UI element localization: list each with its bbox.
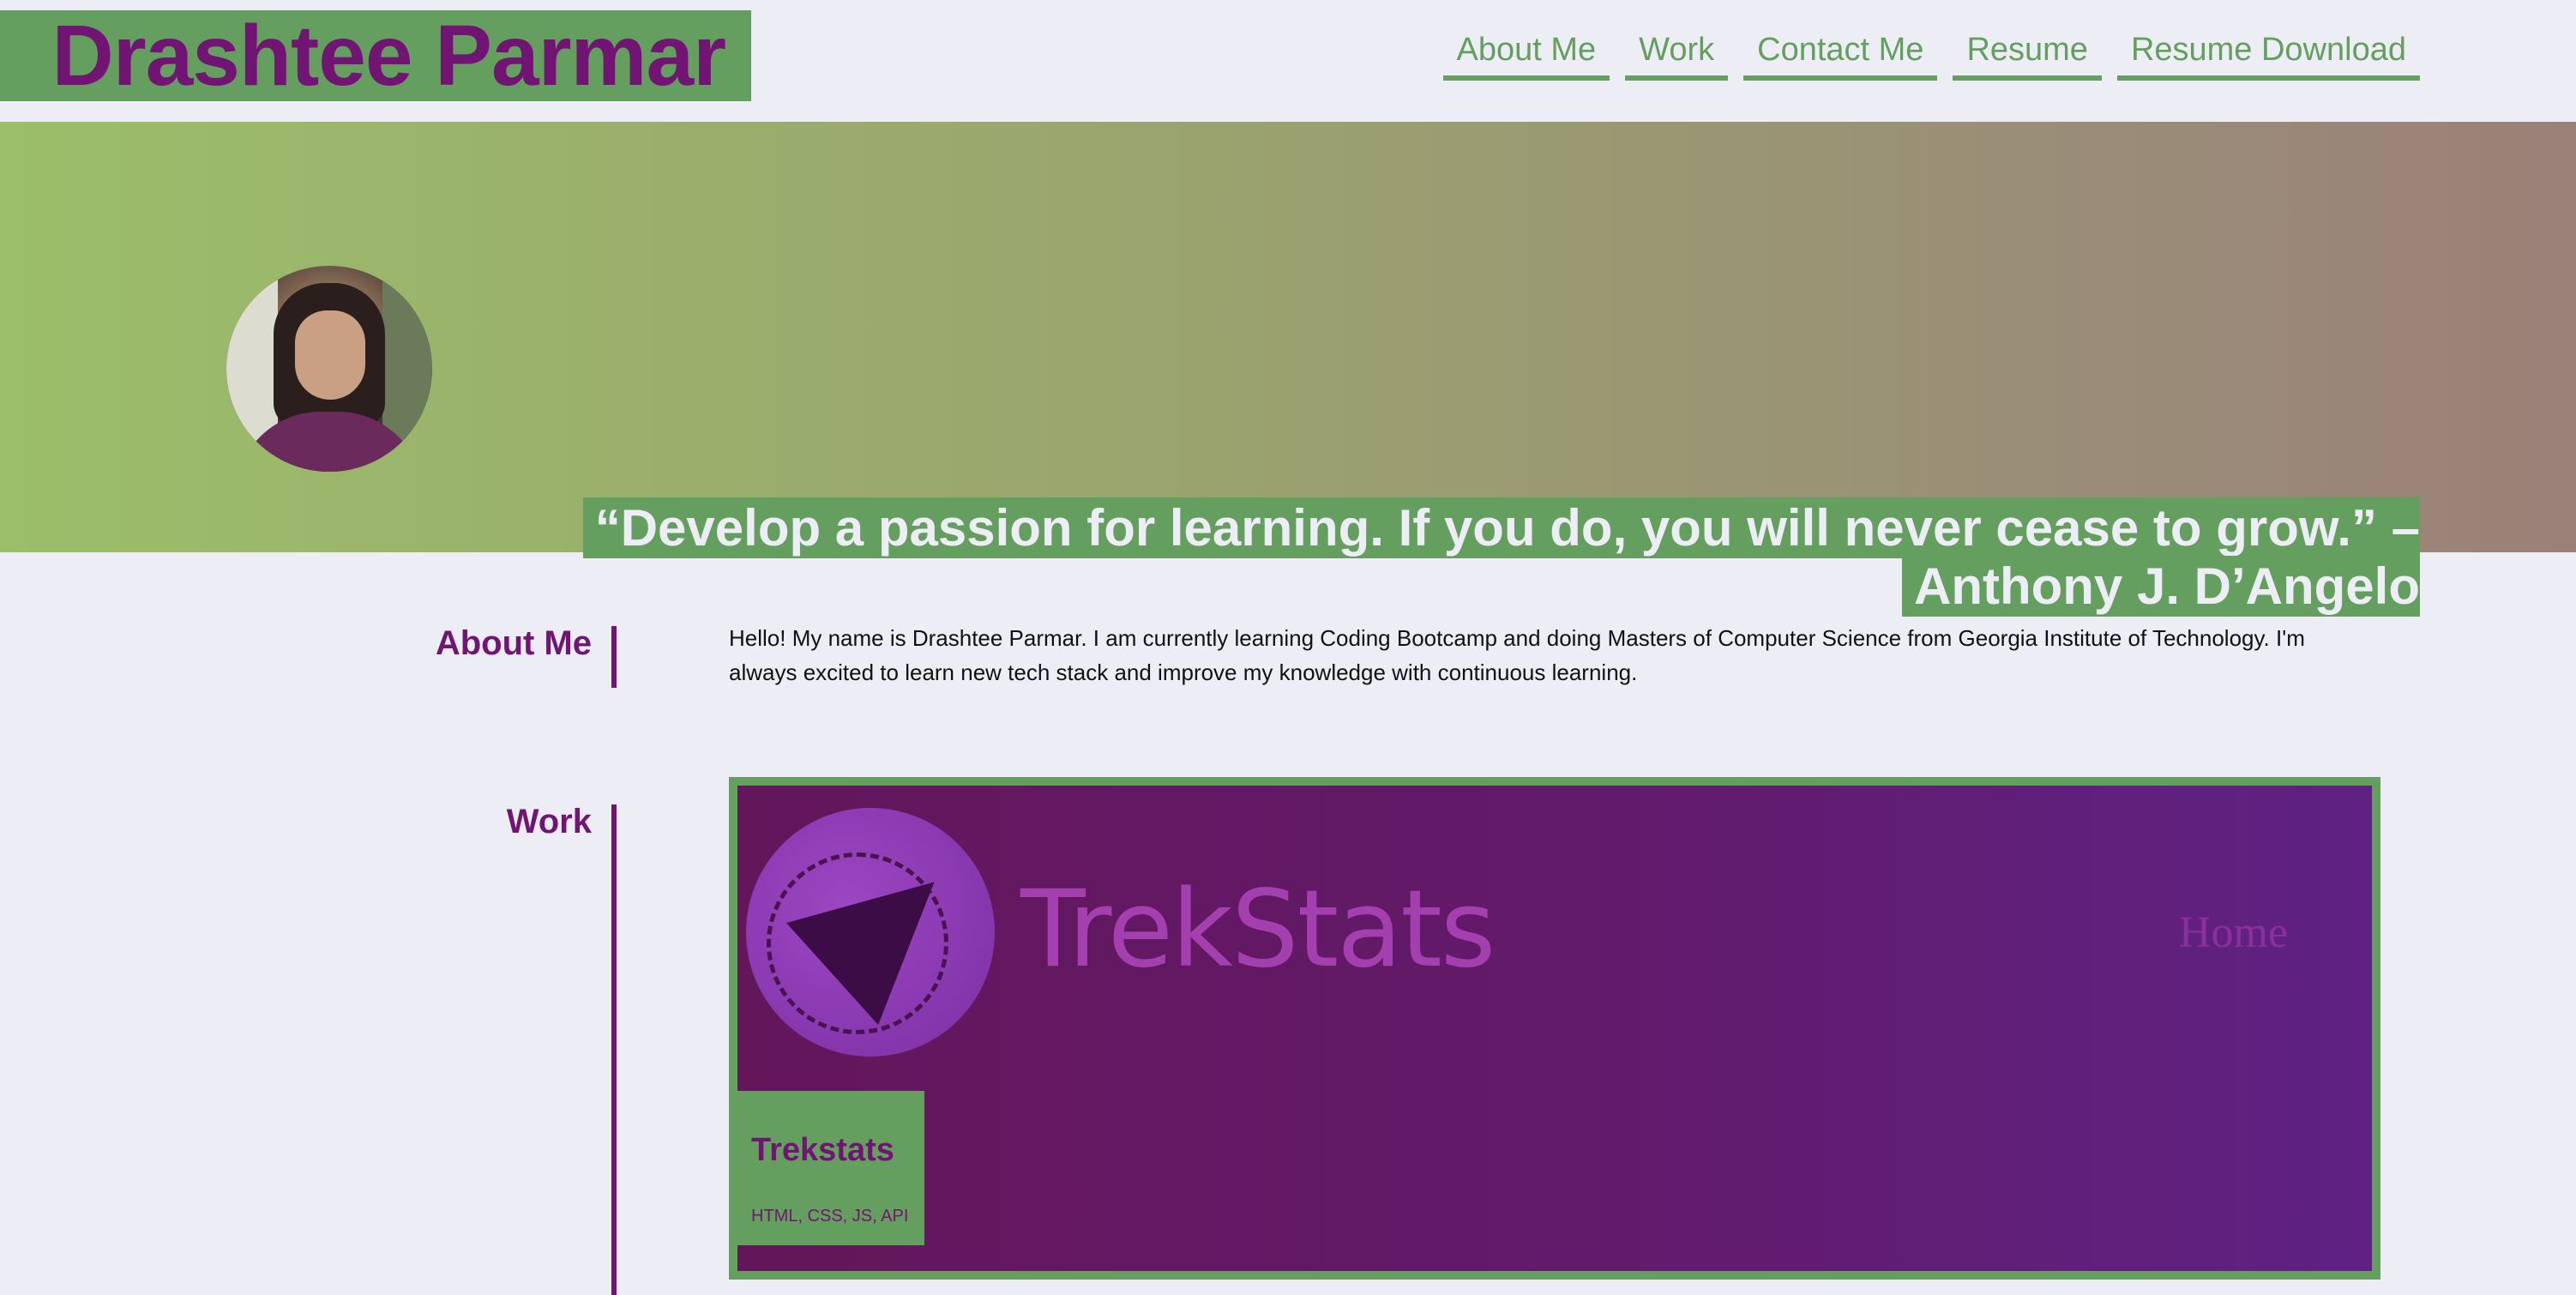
work-divider xyxy=(611,804,617,1295)
nav-contact-me[interactable]: Contact Me xyxy=(1743,32,1938,81)
project-tech-stack: HTML, CSS, JS, API xyxy=(751,1207,909,1226)
site-header: Drashtee Parmar About Me Work Contact Me… xyxy=(0,0,2576,122)
site-title: Drashtee Parmar xyxy=(51,8,726,104)
profile-avatar xyxy=(226,266,432,472)
nav-about-me[interactable]: About Me xyxy=(1442,32,1610,81)
about-me-text: Hello! My name is Drashtee Parmar. I am … xyxy=(729,625,2305,685)
project-screenshot-title: TrekStats xyxy=(1020,868,1496,991)
work-heading: Work xyxy=(506,803,592,840)
hero-banner: “Develop a passion for learning. If you … xyxy=(0,122,2576,617)
project-name: Trekstats xyxy=(751,1132,894,1168)
nav-work[interactable]: Work xyxy=(1625,32,1729,81)
hero-quote: “Develop a passion for learning. If you … xyxy=(485,497,2420,617)
hero-quote-text: “Develop a passion for learning. If you … xyxy=(582,497,2420,617)
about-me-heading: About Me xyxy=(435,624,592,662)
about-me-divider xyxy=(611,626,617,688)
project-screenshot-home-link: Home xyxy=(2178,908,2288,957)
main-nav: About Me Work Contact Me Resume Resume D… xyxy=(1442,32,2420,81)
site-title-box: Drashtee Parmar xyxy=(0,10,751,101)
project-info-tag: Trekstats HTML, CSS, JS, API xyxy=(737,1091,924,1245)
trekstats-logo-icon xyxy=(746,808,995,1057)
nav-resume[interactable]: Resume xyxy=(1953,32,2102,81)
nav-resume-download[interactable]: Resume Download xyxy=(2116,32,2420,81)
project-card-trekstats[interactable]: TrekStats Home Trekstats HTML, CSS, JS, … xyxy=(729,777,2380,1280)
